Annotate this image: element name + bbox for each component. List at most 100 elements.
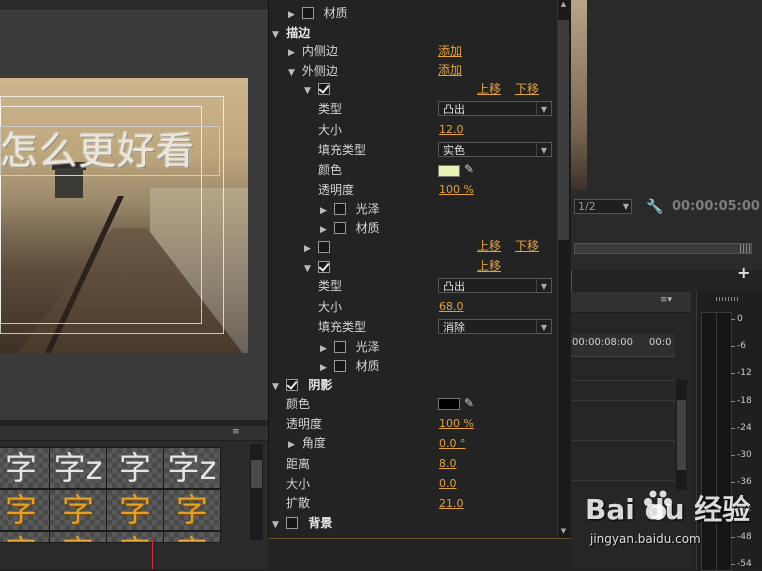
scrub-handle[interactable]	[740, 244, 750, 253]
collapse-triangle-icon[interactable]: ▼	[272, 26, 282, 44]
texture-checkbox[interactable]	[333, 222, 346, 234]
shadow-checkbox[interactable]	[286, 379, 299, 391]
expand-triangle-icon[interactable]: ▶	[320, 202, 330, 220]
move-down-link[interactable]: 下移	[515, 80, 539, 97]
meter-scale-label: -24	[737, 423, 752, 433]
fill-type-value: 消除	[443, 321, 465, 334]
fill-type-dropdown[interactable]: 消除 ▼	[438, 319, 552, 334]
add-outer-stroke-link[interactable]: 添加	[438, 61, 462, 78]
expand-triangle-icon[interactable]: ▶	[288, 44, 298, 62]
scroll-down-arrow-icon[interactable]: ▼	[558, 527, 569, 537]
style-swatch[interactable]: 字z	[49, 447, 107, 489]
collapse-triangle-icon[interactable]: ▼	[272, 516, 282, 534]
source-timecode[interactable]: 00:00:05:00	[672, 199, 760, 215]
eyedropper-icon[interactable]: ✎	[464, 396, 474, 410]
scrub-bar[interactable]	[574, 243, 752, 254]
scrollbar-thumb[interactable]	[677, 400, 686, 470]
stroke-size-label: 大小	[318, 300, 343, 314]
meter-scale-label: -6	[737, 341, 746, 351]
panel-menu-icon[interactable]: ≡▾	[660, 295, 690, 307]
wrench-icon[interactable]: 🔧	[646, 199, 663, 215]
chevron-down-icon: ▼	[536, 320, 551, 333]
shadow-section[interactable]: ▼ 阴影	[272, 376, 332, 394]
style-library-scrollbar[interactable]	[250, 444, 263, 540]
stroke-section-label: 描边	[286, 26, 311, 40]
stroke-3-row: ▼	[304, 258, 336, 276]
style-swatch[interactable]: 字	[163, 489, 221, 531]
move-up-link[interactable]: 上移	[477, 237, 501, 254]
meter-scale-label: -48	[737, 532, 752, 542]
video-preview[interactable]	[0, 78, 248, 353]
stroke-2-row: ▶	[304, 238, 336, 256]
style-swatch[interactable]: 字	[49, 531, 107, 543]
stroke-1-checkbox[interactable]	[317, 83, 330, 95]
source-monitor	[571, 0, 762, 190]
program-monitor-toolbar	[0, 0, 268, 11]
stroke-opacity-value[interactable]: 100 %	[439, 183, 474, 196]
stroke-size-label: 大小	[318, 123, 343, 137]
background-checkbox[interactable]	[286, 517, 299, 529]
stroke-2-checkbox[interactable]	[317, 241, 330, 253]
style-swatch[interactable]: 字	[0, 489, 50, 531]
stroke-size-value[interactable]: 68.0	[439, 300, 464, 313]
scrollbar-thumb[interactable]	[251, 460, 262, 488]
move-up-link[interactable]: 上移	[477, 80, 501, 97]
shadow-distance-label: 距离	[286, 457, 311, 471]
shadow-distance-value[interactable]: 8.0	[439, 457, 457, 470]
style-swatch[interactable]: 字z	[163, 447, 221, 489]
collapse-triangle-icon[interactable]: ▼	[288, 64, 298, 82]
track-divider	[571, 400, 675, 401]
stroke-3-checkbox[interactable]	[317, 261, 330, 273]
texture-checkbox[interactable]	[333, 360, 346, 372]
stroke-size-value[interactable]: 12.0	[439, 123, 464, 136]
sheen-checkbox[interactable]	[333, 341, 346, 353]
zoom-dropdown[interactable]: 1/2 ▼	[574, 199, 632, 214]
collapse-triangle-icon[interactable]: ▼	[304, 260, 314, 278]
background-section[interactable]: ▼ 背景	[272, 514, 332, 532]
scrollbar-thumb[interactable]	[558, 20, 569, 240]
style-swatch[interactable]: 字	[163, 531, 221, 543]
style-swatch[interactable]: 字	[106, 447, 164, 489]
inner-stroke-label: 内侧边	[301, 44, 338, 58]
expand-triangle-icon[interactable]: ▶	[288, 6, 298, 24]
sheen-checkbox[interactable]	[333, 203, 346, 215]
shadow-opacity-value[interactable]: 100 %	[439, 417, 474, 430]
expand-triangle-icon[interactable]: ▶	[320, 221, 330, 239]
outer-stroke-row: ▼ 外侧边	[288, 62, 338, 80]
eyedropper-icon[interactable]: ✎	[464, 162, 474, 176]
shadow-spread-value[interactable]: 21.0	[439, 497, 464, 510]
stroke-color-swatch[interactable]	[438, 165, 460, 177]
expand-triangle-icon[interactable]: ▶	[320, 359, 330, 377]
stroke-section[interactable]: ▼ 描边	[272, 24, 310, 42]
expand-triangle-icon[interactable]: ▶	[288, 436, 298, 454]
collapse-triangle-icon[interactable]: ▼	[304, 82, 314, 100]
title-bounding-box[interactable]	[0, 126, 220, 176]
shadow-size-value[interactable]: 0.0	[439, 477, 457, 490]
texture-checkbox[interactable]	[301, 7, 314, 19]
move-down-link[interactable]: 下移	[515, 237, 539, 254]
expand-triangle-icon[interactable]: ▶	[304, 240, 314, 258]
stroke-type-dropdown[interactable]: 凸出 ▼	[438, 101, 552, 116]
panel-menu-icon[interactable]: ≡	[232, 427, 240, 437]
fill-type-dropdown[interactable]: 实色 ▼	[438, 142, 552, 157]
style-swatch[interactable]: 字	[106, 531, 164, 543]
panel-grip[interactable]	[716, 297, 740, 301]
style-swatch[interactable]: 字	[0, 447, 50, 489]
texture-label: 材质	[355, 221, 380, 235]
shadow-angle-value[interactable]: 0.0 °	[439, 437, 466, 450]
style-swatch[interactable]: 字	[0, 531, 50, 543]
stroke-type-dropdown[interactable]: 凸出 ▼	[438, 278, 552, 293]
add-button[interactable]: +	[737, 265, 751, 281]
scroll-up-arrow-icon[interactable]: ▲	[558, 0, 569, 10]
fill-type-label: 填充类型	[318, 320, 367, 334]
style-swatch[interactable]: 字	[106, 489, 164, 531]
meter-scale-label: -12	[737, 368, 752, 378]
expand-triangle-icon[interactable]: ▶	[320, 340, 330, 358]
meter-scale-tick	[731, 482, 735, 483]
move-up-link[interactable]: 上移	[477, 257, 501, 274]
collapse-triangle-icon[interactable]: ▼	[272, 378, 282, 396]
meter-scale-label: -30	[737, 450, 752, 460]
add-inner-stroke-link[interactable]: 添加	[438, 42, 462, 59]
style-swatch[interactable]: 字	[49, 489, 107, 531]
shadow-color-swatch[interactable]	[438, 398, 460, 410]
